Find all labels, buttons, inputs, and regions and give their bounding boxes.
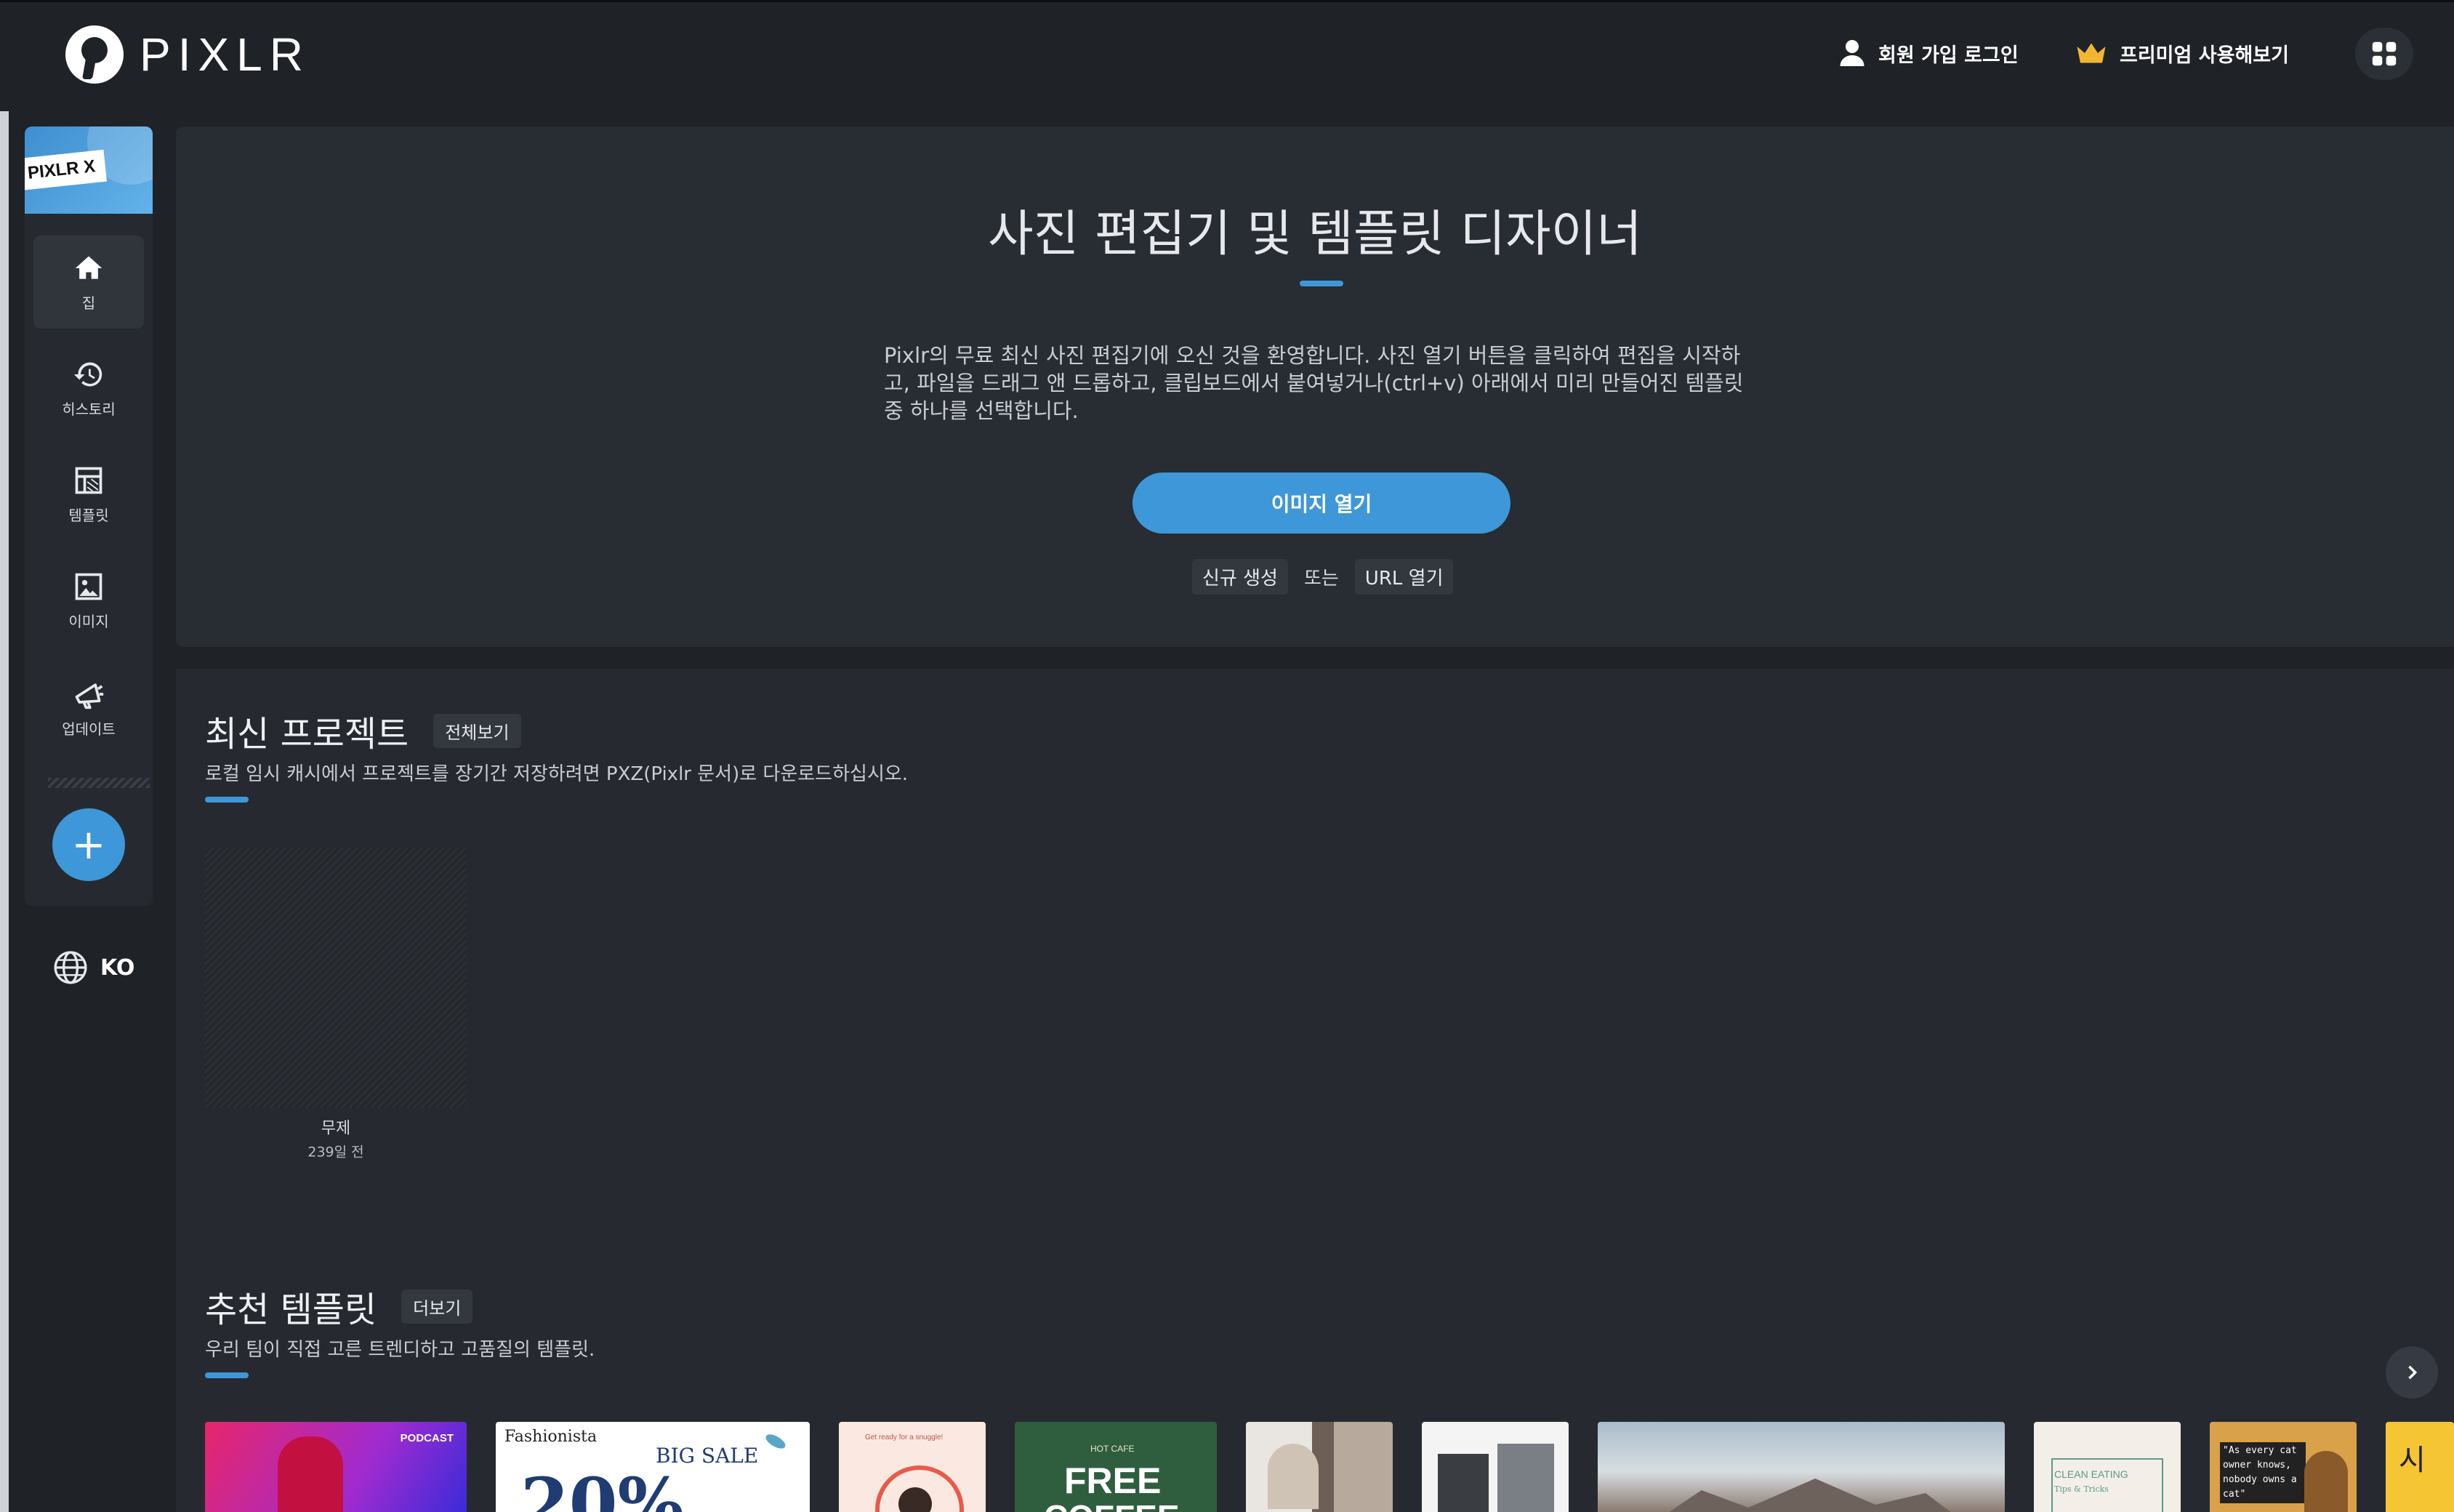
template-card[interactable] — [1246, 1422, 1393, 1512]
pixlr-logo[interactable]: PIXLR — [65, 25, 310, 84]
secondary-actions: 신규 생성 또는 URL 열기 — [1192, 558, 1454, 595]
sidebar-item-images[interactable]: 이미지 — [33, 554, 144, 647]
template-caption: "As every cat owner knows, nobody owns a… — [2220, 1442, 2306, 1503]
template-card[interactable]: PODCAST — [205, 1422, 467, 1512]
apps-grid-icon — [2372, 41, 2397, 66]
window-edge — [0, 0, 9, 1512]
template-card[interactable]: Fashionista BIG SALE 20% — [496, 1422, 810, 1512]
pixlr-x-tag: PIXLR X — [25, 149, 108, 191]
template-card[interactable]: CLEAN EATING Tips & Tricks — [2034, 1422, 2181, 1512]
template-caption: Get ready for a snuggle! — [865, 1433, 944, 1441]
globe-icon — [54, 951, 87, 984]
template-card[interactable]: 시 — [2386, 1422, 2454, 1512]
leaf-decoration — [763, 1431, 788, 1452]
template-card[interactable] — [1422, 1422, 1569, 1512]
cat-figure — [2304, 1451, 2348, 1512]
language-code: KO — [100, 954, 135, 981]
template-caption: 시 — [2399, 1444, 2426, 1477]
pixlr-logo-icon — [65, 25, 124, 84]
or-label: 또는 — [1303, 567, 1339, 590]
sidebar-item-history[interactable]: 히스토리 — [33, 342, 144, 435]
template-figure — [278, 1436, 343, 1512]
template-figure — [1268, 1444, 1319, 1509]
recent-projects-header: 최신 프로젝트 전체보기 — [205, 705, 521, 756]
megaphone-icon — [75, 683, 104, 709]
history-icon — [73, 362, 102, 386]
user-icon — [1840, 40, 1864, 66]
content-area — [176, 669, 2454, 1512]
open-image-button[interactable]: 이미지 열기 — [1133, 472, 1510, 534]
create-new-button[interactable]: 신규 생성 — [1192, 558, 1288, 595]
sidebar-item-label: 업데이트 — [62, 720, 116, 738]
template-card[interactable]: "As every cat owner knows, nobody owns a… — [2210, 1422, 2357, 1512]
more-templates-button[interactable]: 더보기 — [401, 1289, 473, 1324]
templates-next-button[interactable] — [2386, 1346, 2438, 1399]
add-new-button[interactable]: + — [52, 808, 125, 881]
sidebar-item-templates[interactable]: 템플릿 — [33, 448, 144, 541]
open-url-button[interactable]: URL 열기 — [1354, 558, 1454, 595]
sidebar-divider — [48, 778, 150, 788]
home-icon — [75, 256, 102, 279]
sidebar-item-label: 집 — [81, 294, 96, 312]
sidebar-item-home[interactable]: 집 — [33, 236, 144, 329]
template-caption: Fashionista — [504, 1428, 598, 1446]
login-label: 회원 가입 로그인 — [1878, 44, 2019, 67]
recent-projects-description: 로컬 임시 캐시에서 프로젝트를 장기간 저장하려면 PXZ(Pixlr 문서)… — [205, 763, 909, 785]
template-card[interactable]: Get ready for a snuggle! — [839, 1422, 986, 1512]
chevron-right-icon — [2408, 1365, 2418, 1380]
template-caption: Tips & Tricks — [2054, 1484, 2109, 1494]
template-card[interactable]: HOT CAFE FREE COFFEE — [1015, 1422, 1217, 1512]
template-caption: 20% — [520, 1463, 684, 1512]
sidebar-item-label: 템플릿 — [68, 506, 109, 524]
template-photo — [1497, 1444, 1554, 1512]
template-caption: HOT CAFE — [1090, 1444, 1135, 1454]
template-icon — [75, 467, 102, 494]
template-card[interactable] — [1598, 1422, 2005, 1512]
templates-title: 추천 템플릿 — [205, 1290, 377, 1330]
language-selector[interactable]: KO — [52, 948, 134, 987]
project-thumbnail[interactable] — [205, 848, 467, 1108]
sidebar-item-label: 이미지 — [68, 612, 109, 630]
templates-description: 우리 팀이 직접 고른 트렌디하고 고품질의 템플릿. — [205, 1339, 595, 1361]
section-accent-line — [205, 1372, 249, 1378]
template-caption: CLEAN EATING — [2054, 1468, 2128, 1480]
premium-button[interactable]: 프리미엄 사용해보기 — [2076, 36, 2289, 70]
hero-title-wrap: 사진 편집기 및 템플릿 디자이너 — [176, 193, 2454, 265]
sidebar-item-updates[interactable]: 업데이트 — [33, 662, 144, 755]
templates-header: 추천 템플릿 더보기 — [205, 1281, 473, 1332]
template-caption: PODCAST — [400, 1432, 454, 1444]
mountain-graphic — [1641, 1479, 1976, 1512]
hero-description: Pixlr의 무료 최신 사진 편집기에 오신 것을 환영합니다. 사진 열기 … — [884, 343, 1744, 423]
premium-label: 프리미엄 사용해보기 — [2120, 44, 2289, 67]
pixlr-x-badge[interactable]: PIXLR X — [25, 126, 153, 214]
section-accent-line — [205, 797, 249, 803]
template-caption: FREE — [1064, 1460, 1162, 1501]
template-caption: COFFEE — [1044, 1497, 1180, 1512]
page-title: 사진 편집기 및 템플릿 디자이너 — [988, 206, 1642, 263]
project-name: 무제 — [321, 1119, 351, 1138]
crown-icon — [2077, 43, 2106, 63]
project-timestamp: 239일 전 — [307, 1144, 364, 1160]
login-button[interactable]: 회원 가입 로그인 — [1839, 36, 2019, 70]
apps-button[interactable] — [2355, 28, 2413, 80]
image-icon — [75, 573, 102, 600]
template-photo — [1438, 1454, 1489, 1512]
brand-name: PIXLR — [140, 28, 310, 81]
recent-projects-title: 최신 프로젝트 — [205, 714, 409, 755]
view-all-button[interactable]: 전체보기 — [433, 713, 521, 748]
title-accent-line — [1300, 281, 1343, 286]
sidebar-item-label: 히스토리 — [62, 400, 116, 418]
